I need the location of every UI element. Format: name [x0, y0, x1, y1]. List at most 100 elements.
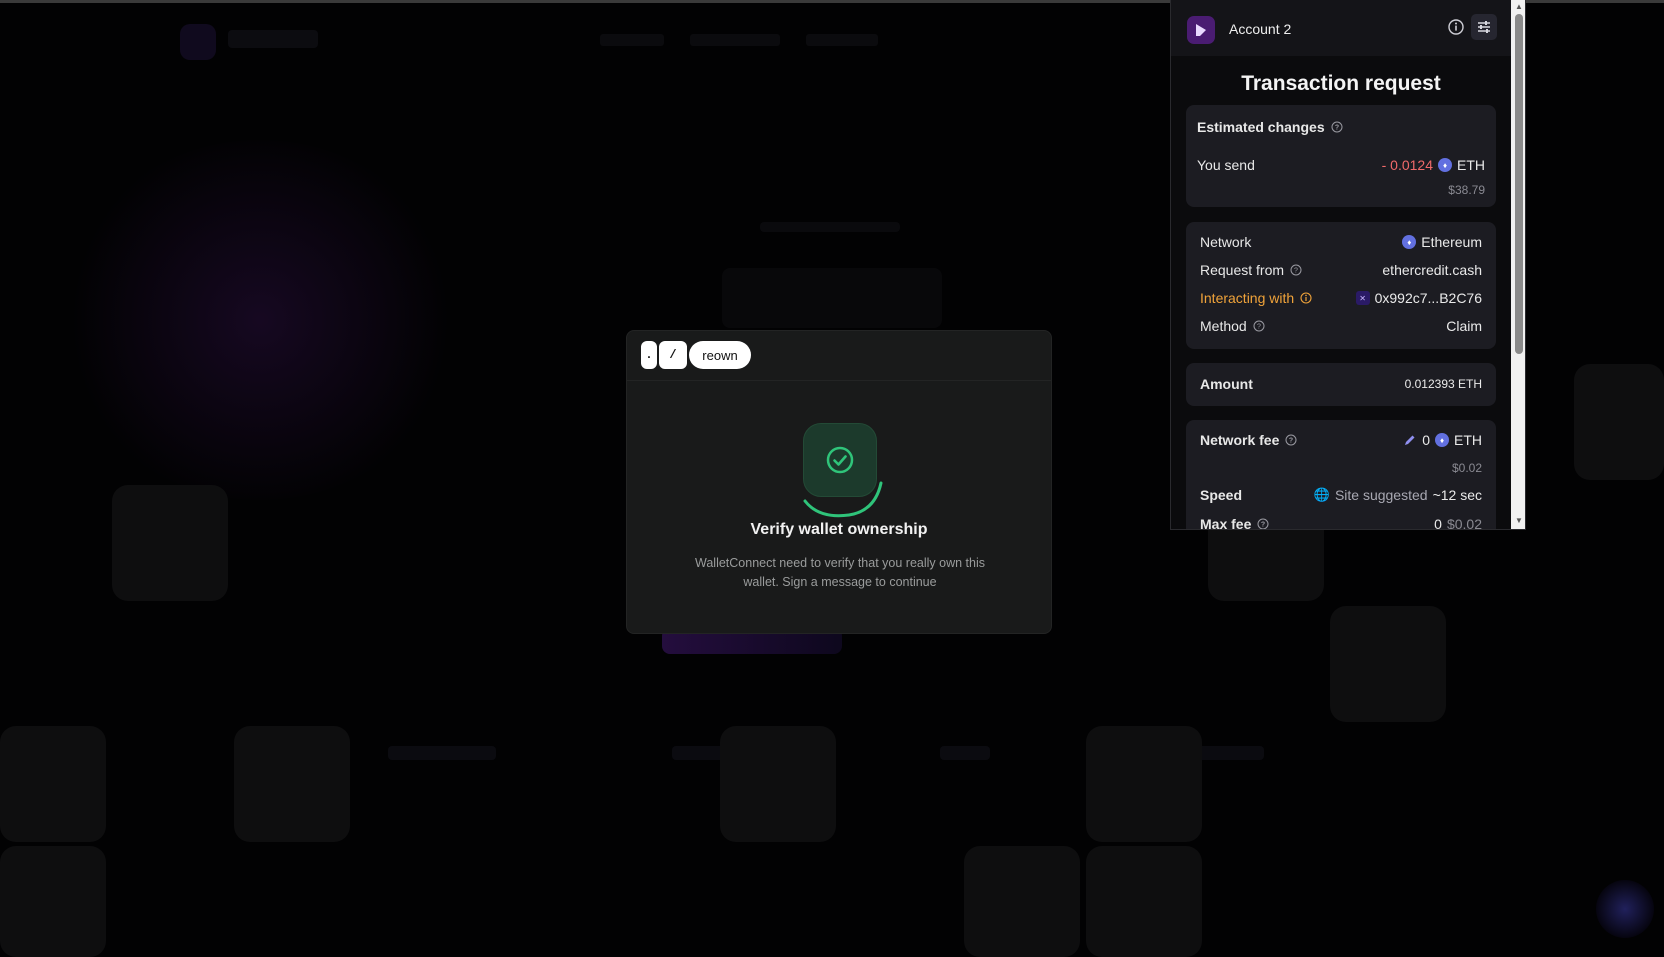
help-icon[interactable]: ? [1331, 121, 1343, 133]
network-fee-amount: 0 [1422, 432, 1430, 448]
max-fee-label: Max fee ? [1200, 516, 1269, 530]
speed-value[interactable]: 🌐 Site suggested ~12 sec [1314, 487, 1482, 503]
background-tile [1330, 606, 1446, 722]
network-fee-card: Network fee ? 0 ♦ ETH $0.02 Speed 🌐 Site… [1186, 420, 1496, 530]
svg-text:?: ? [1261, 522, 1265, 529]
account-name[interactable]: Account 2 [1229, 21, 1291, 37]
max-fee-text: Max fee [1200, 516, 1252, 530]
you-send-label: You send [1197, 157, 1255, 173]
request-from-text: Request from [1200, 262, 1285, 278]
eth-icon: ♦ [1438, 158, 1452, 172]
background-nav-item [806, 34, 878, 46]
modal-description: WalletConnect need to verify that you re… [695, 556, 985, 589]
svg-text:?: ? [1257, 324, 1261, 331]
background-tile [720, 726, 836, 842]
background-site-name [228, 30, 318, 48]
modal-title: Verify wallet ownership [750, 521, 928, 538]
network-name: Ethereum [1421, 234, 1482, 250]
contract-address[interactable]: ✕ 0x992c7...B2C76 [1355, 290, 1482, 306]
send-token: ETH [1457, 157, 1485, 173]
help-icon[interactable]: ? [1290, 264, 1302, 276]
background-tile [234, 726, 350, 842]
max-fee-fiat: $0.02 [1446, 516, 1482, 530]
help-icon[interactable]: ? [1257, 518, 1269, 530]
estimated-changes-label: Estimated changes ? [1197, 119, 1343, 135]
background-tile [1574, 364, 1664, 480]
speed-source: Site suggested [1334, 487, 1428, 503]
info-icon[interactable] [1447, 18, 1465, 36]
wallet-header: Account 2 [1171, 0, 1511, 56]
you-send-value: - 0.0124 ♦ ETH [1382, 157, 1485, 173]
screen: . / reown Verify wallet ownership Wallet… [0, 0, 1664, 957]
account-avatar-icon[interactable] [1187, 16, 1215, 44]
svg-text:?: ? [1334, 125, 1338, 132]
modal-header: . / reown [627, 331, 1051, 381]
speed-label: Speed [1200, 487, 1243, 503]
network-fee-label: Network fee ? [1200, 432, 1297, 448]
interacting-with-label: Interacting with [1200, 290, 1312, 306]
warning-info-icon[interactable] [1300, 292, 1312, 304]
help-icon[interactable]: ? [1253, 320, 1265, 332]
wallet-popup: Account 2 Transaction request Estimated … [1170, 0, 1526, 530]
background-nav-item [600, 34, 664, 46]
interacting-with-text: Interacting with [1200, 290, 1295, 306]
settings-sliders-button[interactable] [1471, 14, 1497, 40]
background-tile [1086, 846, 1202, 957]
network-fee-fiat: $0.02 [1451, 461, 1482, 475]
request-from-value: ethercredit.cash [1382, 262, 1482, 278]
breadcrumb-root[interactable]: . [641, 341, 657, 369]
transaction-request-title: Transaction request [1241, 72, 1441, 95]
network-label: Network [1200, 234, 1252, 250]
wallet-scrollbar[interactable]: ▲ ▼ [1511, 0, 1525, 529]
background-site-logo [180, 24, 216, 60]
method-text: Method [1200, 318, 1247, 334]
max-fee-amount: 0 [1434, 516, 1442, 530]
request-details-card: Network ♦ Ethereum Request from ? etherc… [1186, 222, 1496, 349]
request-from-label: Request from ? [1200, 262, 1302, 278]
network-value: ♦ Ethereum [1402, 234, 1482, 250]
send-amount: - 0.0124 [1381, 157, 1433, 173]
background-tile [964, 846, 1080, 957]
globe-icon: 🌐 [1313, 487, 1330, 502]
background-stat [940, 746, 990, 760]
method-value: Claim [1446, 318, 1482, 334]
amount-label: Amount [1200, 376, 1253, 392]
network-fee-text: Network fee [1200, 432, 1280, 448]
background-tile [0, 846, 106, 957]
estimated-changes-text: Estimated changes [1197, 119, 1325, 135]
amount-value: 0.012393 ETH [1404, 377, 1482, 391]
method-label: Method ? [1200, 318, 1265, 334]
contract-address-text: 0x992c7...B2C76 [1374, 290, 1482, 306]
background-chat-button [1596, 880, 1654, 938]
background-stat [388, 746, 496, 760]
scroll-down-icon[interactable]: ▼ [1514, 516, 1524, 526]
reown-logo: reown [689, 341, 751, 369]
scrollbar-thumb[interactable] [1515, 14, 1523, 354]
background-tile [1086, 726, 1202, 842]
background-tile [0, 726, 106, 842]
background-tile [112, 485, 228, 601]
scroll-up-icon[interactable]: ▲ [1514, 2, 1524, 12]
verify-wallet-modal: . / reown Verify wallet ownership Wallet… [626, 330, 1052, 634]
contract-icon: ✕ [1355, 291, 1370, 305]
svg-text:?: ? [1289, 438, 1293, 445]
estimated-changes-card: Estimated changes ? You send - 0.0124 ♦ … [1186, 105, 1496, 207]
background-eyebrow [760, 222, 900, 232]
background-glow [60, 140, 460, 500]
network-fee-token: ETH [1454, 432, 1482, 448]
breadcrumb-separator: / [659, 341, 687, 369]
background-headline [722, 268, 942, 328]
speed-time: ~12 sec [1432, 487, 1482, 503]
send-fiat-value: $38.79 [1448, 183, 1485, 197]
max-fee-value: 0 $0.02 [1434, 516, 1482, 530]
network-fee-value: 0 ♦ ETH [1403, 432, 1482, 448]
amount-card: Amount 0.012393 ETH [1186, 363, 1496, 406]
ethereum-icon: ♦ [1402, 235, 1417, 249]
background-nav-item [690, 34, 780, 46]
svg-text:?: ? [1294, 268, 1298, 275]
progress-arc-icon [803, 481, 883, 518]
sliders-icon [1478, 21, 1490, 33]
eth-icon: ♦ [1435, 433, 1449, 447]
help-icon[interactable]: ? [1285, 434, 1297, 446]
edit-pencil-icon[interactable] [1403, 433, 1417, 447]
